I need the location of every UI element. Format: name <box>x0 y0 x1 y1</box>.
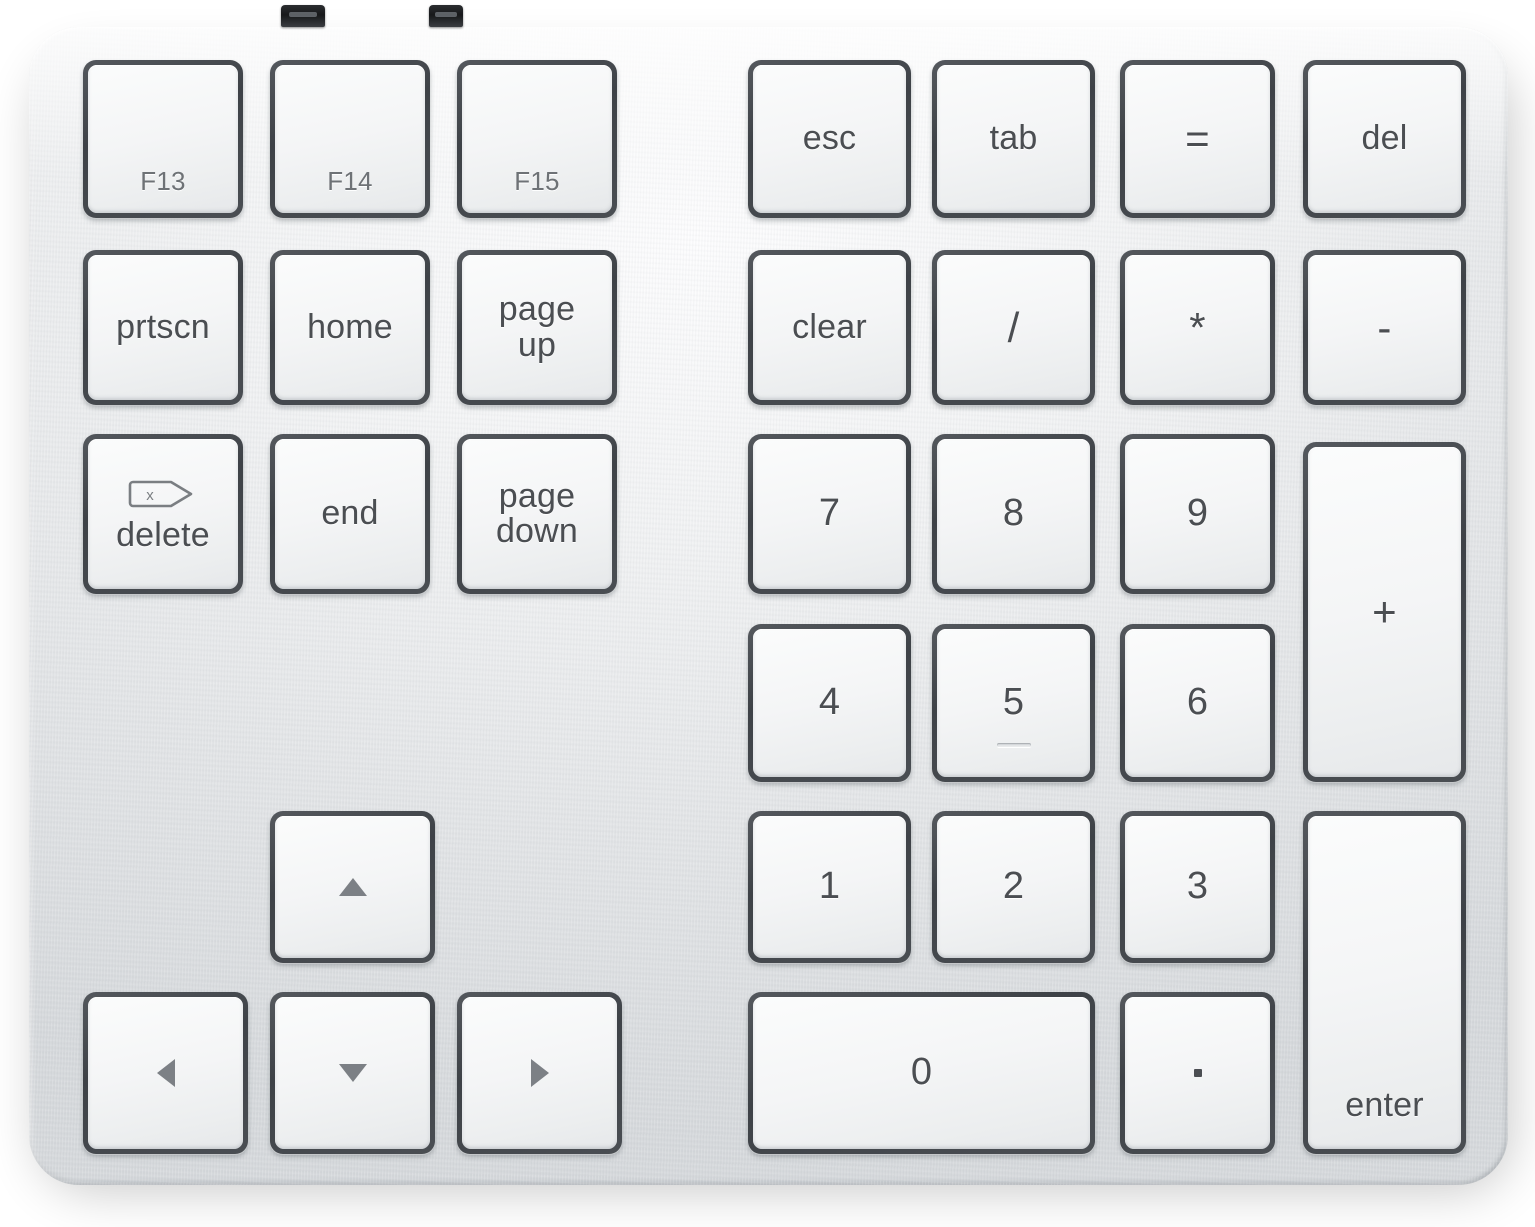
svg-text:x: x <box>146 487 154 504</box>
key-f13[interactable]: F13 <box>83 60 243 218</box>
key-num-2[interactable]: 2 <box>932 811 1095 963</box>
key-label-equals: = <box>1185 115 1210 163</box>
key-tab[interactable]: tab <box>932 60 1095 218</box>
key-minus[interactable]: - <box>1303 250 1466 405</box>
key-label-plus: + <box>1372 588 1397 636</box>
key-label-clear: clear <box>792 307 867 346</box>
key-label-num-9: 9 <box>1186 492 1209 535</box>
key-label-tab: tab <box>989 119 1038 158</box>
keypad-device: F13 F14 F15 prtscn home page up x delete <box>0 0 1535 1227</box>
key-equals[interactable]: = <box>1120 60 1275 218</box>
arrow-left-icon <box>153 1057 179 1089</box>
top-connector-right <box>429 5 463 27</box>
key-label-home: home <box>307 307 393 346</box>
key-num-5[interactable]: 5 <box>932 624 1095 782</box>
key-period[interactable] <box>1120 992 1275 1154</box>
key-arrow-up[interactable] <box>270 811 435 963</box>
key-label-num-0: 0 <box>910 1051 933 1094</box>
forward-delete-icon: x <box>128 474 198 514</box>
key-num-1[interactable]: 1 <box>748 811 911 963</box>
key-arrow-left[interactable] <box>83 992 248 1154</box>
key-label-enter: enter <box>1345 1085 1424 1124</box>
key-num-4[interactable]: 4 <box>748 624 911 782</box>
key-label-num-8: 8 <box>1002 492 1025 535</box>
key-page-up[interactable]: page up <box>457 250 617 405</box>
arrow-down-icon <box>337 1060 369 1086</box>
key-label-num-2: 2 <box>1002 865 1025 908</box>
key-arrow-down[interactable] <box>270 992 435 1154</box>
key-enter[interactable]: enter <box>1303 811 1466 1154</box>
key-label-page-up: page up <box>498 290 576 364</box>
key-del[interactable]: del <box>1303 60 1466 218</box>
key-label-end: end <box>321 494 379 533</box>
arrow-right-icon <box>527 1057 553 1089</box>
key-arrow-right[interactable] <box>457 992 622 1154</box>
key-f15[interactable]: F15 <box>457 60 617 218</box>
key-label-num-7: 7 <box>818 492 841 535</box>
key-num-9[interactable]: 9 <box>1120 434 1275 594</box>
key-num-8[interactable]: 8 <box>932 434 1095 594</box>
period-dot-icon <box>1193 1069 1202 1077</box>
key-label-esc: esc <box>802 119 857 158</box>
key-label-minus: - <box>1377 303 1392 351</box>
key-num-0[interactable]: 0 <box>748 992 1095 1154</box>
key-label-num-1: 1 <box>818 865 841 908</box>
top-connector-left <box>281 5 325 27</box>
key-label-del: del <box>1361 119 1408 158</box>
key-plus[interactable]: + <box>1303 442 1466 782</box>
key-label-f15: F15 <box>514 166 560 197</box>
key-f14[interactable]: F14 <box>270 60 430 218</box>
key-label-delete: delete <box>116 516 210 555</box>
key-end[interactable]: end <box>270 434 430 594</box>
key-label-num-5: 5 <box>1002 681 1025 724</box>
key-multiply[interactable]: * <box>1120 250 1275 405</box>
key-label-num-4: 4 <box>818 681 841 724</box>
key-num-7[interactable]: 7 <box>748 434 911 594</box>
key-label-f14: F14 <box>327 166 373 197</box>
key-label-f13: F13 <box>140 166 186 197</box>
key-label-page-down: page down <box>495 476 579 550</box>
key-clear[interactable]: clear <box>748 250 911 405</box>
key-num-3[interactable]: 3 <box>1120 811 1275 963</box>
key-divide[interactable]: / <box>932 250 1095 405</box>
key-label-multiply: * <box>1189 303 1206 351</box>
key-num-6[interactable]: 6 <box>1120 624 1275 782</box>
key-label-num-6: 6 <box>1186 681 1209 724</box>
homing-bar-indicator <box>996 743 1031 747</box>
key-delete[interactable]: x delete <box>83 434 243 594</box>
key-esc[interactable]: esc <box>748 60 911 218</box>
key-page-down[interactable]: page down <box>457 434 617 594</box>
arrow-up-icon <box>337 874 369 900</box>
key-prtscn[interactable]: prtscn <box>83 250 243 405</box>
key-home[interactable]: home <box>270 250 430 405</box>
key-label-divide: / <box>1007 303 1020 351</box>
key-label-num-3: 3 <box>1186 865 1209 908</box>
key-label-prtscn: prtscn <box>116 307 210 346</box>
